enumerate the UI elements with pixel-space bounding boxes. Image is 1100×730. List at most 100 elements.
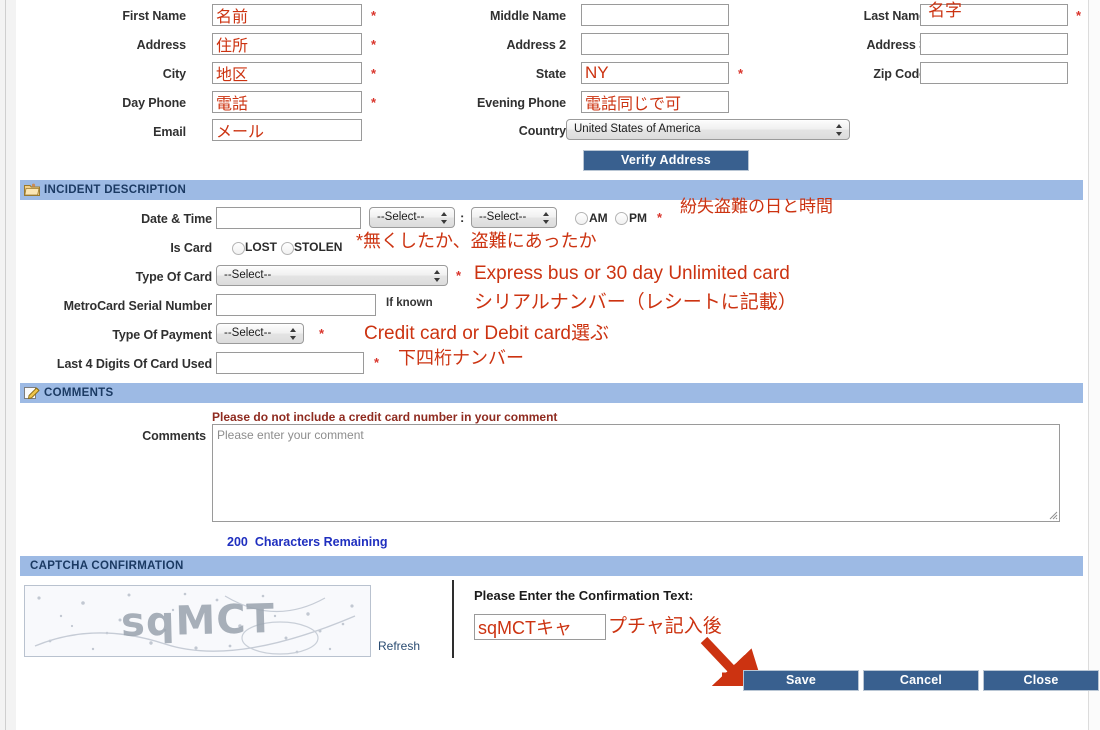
input-incident-date[interactable] <box>216 207 361 229</box>
resize-grip-icon[interactable] <box>1046 508 1058 520</box>
label-stolen: STOLEN <box>294 240 343 254</box>
label-evening-phone: Evening Phone <box>477 96 566 110</box>
note-pencil-icon <box>24 386 40 400</box>
characters-remaining-count: 200 <box>227 535 248 549</box>
captcha-refresh-link[interactable]: Refresh <box>378 639 420 653</box>
select-country-value: United States of America <box>574 123 701 135</box>
required-marker-city: * <box>371 66 377 81</box>
captcha-challenge-text: sqMCT <box>119 595 276 647</box>
comments-warning-text: Please do not include a credit card numb… <box>212 410 558 424</box>
select-incident-hour-value: --Select-- <box>377 211 425 223</box>
label-last-4-digits: Last 4 Digits Of Card Used <box>56 357 212 371</box>
comments-placeholder: Please enter your comment <box>217 428 364 442</box>
time-separator: : <box>460 210 465 225</box>
characters-remaining: 200 Characters Remaining <box>227 535 388 549</box>
input-state[interactable] <box>581 62 729 84</box>
label-lost: LOST <box>245 240 277 254</box>
label-is-card: Is Card <box>170 241 212 255</box>
annotation-last-4-digits: 下四桁ナンバー <box>398 348 524 368</box>
select-incident-minute[interactable]: --Select-- <box>471 207 557 228</box>
chevron-updown-icon <box>543 211 550 225</box>
chevron-updown-icon <box>441 211 448 225</box>
cancel-button[interactable]: Cancel <box>863 670 979 691</box>
label-zip-code: Zip Code <box>873 67 926 81</box>
required-marker-first-name: * <box>371 8 377 23</box>
window-right-gutter <box>1088 0 1100 730</box>
captcha-image: sqMCT <box>24 585 371 657</box>
chevron-updown-icon <box>290 327 297 341</box>
label-comments: Comments <box>142 429 206 443</box>
section-header-incident-description: INCIDENT DESCRIPTION <box>20 180 1083 200</box>
captcha-prompt: Please Enter the Confirmation Text: <box>474 588 694 603</box>
required-marker-state: * <box>738 66 744 81</box>
select-type-of-card-value: --Select-- <box>224 269 272 281</box>
textarea-comments[interactable]: Please enter your comment <box>212 424 1060 522</box>
verify-address-button[interactable]: Verify Address <box>583 150 749 171</box>
input-address-2[interactable] <box>581 33 729 55</box>
label-address-2: Address 2 <box>506 38 566 52</box>
label-type-of-payment: Type Of Payment <box>112 328 212 342</box>
input-captcha-confirmation[interactable] <box>474 614 606 640</box>
radio-pm[interactable] <box>615 212 628 225</box>
application-window: First Name * Middle Name Last Name 名字 * … <box>0 0 1100 730</box>
label-address-3: Address 3 <box>866 38 926 52</box>
input-first-name[interactable] <box>212 4 362 26</box>
characters-remaining-label: Characters Remaining <box>254 535 388 549</box>
required-marker-last-name: * <box>1076 8 1082 23</box>
required-marker-last-4-digits: * <box>374 355 380 370</box>
select-incident-minute-value: --Select-- <box>479 211 527 223</box>
radio-am[interactable] <box>575 212 588 225</box>
input-address-3[interactable] <box>920 33 1068 55</box>
required-marker-address: * <box>371 37 377 52</box>
input-evening-phone[interactable] <box>581 91 729 113</box>
input-middle-name[interactable] <box>581 4 729 26</box>
input-city[interactable] <box>212 62 362 84</box>
label-address: Address <box>136 38 186 52</box>
annotation-type-of-payment: Credit card or Debit card選ぶ <box>364 323 609 344</box>
radio-card-stolen[interactable] <box>281 242 294 255</box>
form-content: First Name * Middle Name Last Name 名字 * … <box>16 0 1099 730</box>
select-incident-hour[interactable]: --Select-- <box>369 207 455 228</box>
hint-if-known: If known <box>386 297 433 309</box>
label-metrocard-serial-number: MetroCard Serial Number <box>63 299 213 313</box>
section-title-incident-description: INCIDENT DESCRIPTION <box>44 184 187 196</box>
annotation-type-of-card: Express bus or 30 day Unlimited card <box>474 263 790 284</box>
chevron-updown-icon <box>434 269 441 283</box>
select-type-of-card[interactable]: --Select-- <box>216 265 448 286</box>
window-left-gutter <box>0 0 17 730</box>
select-type-of-payment-value: --Select-- <box>224 327 272 339</box>
label-email: Email <box>153 125 186 139</box>
label-first-name: First Name <box>122 9 186 23</box>
label-type-of-card: Type Of Card <box>135 270 212 284</box>
required-marker-date-time: * <box>657 210 663 225</box>
select-country[interactable]: United States of America <box>566 119 850 140</box>
captcha-divider <box>452 580 454 658</box>
close-button[interactable]: Close <box>983 670 1099 691</box>
input-last-4-digits[interactable] <box>216 352 364 374</box>
input-zip-code[interactable] <box>920 62 1068 84</box>
label-state: State <box>535 67 566 81</box>
annotation-date-time: 紛失盗難の日と時間 <box>680 197 833 216</box>
required-marker-day-phone: * <box>371 95 377 110</box>
label-middle-name: Middle Name <box>490 9 566 23</box>
annotation-serial-number: シリアルナンバー（レシートに記載） <box>474 292 797 313</box>
input-address[interactable] <box>212 33 362 55</box>
label-last-name: Last Name <box>863 9 926 23</box>
label-am: AM <box>589 211 608 225</box>
label-country: Country <box>518 124 566 138</box>
section-title-captcha: CAPTCHA CONFIRMATION <box>30 560 184 572</box>
input-metrocard-serial-number[interactable] <box>216 294 376 316</box>
label-city: City <box>162 67 186 81</box>
chevron-updown-icon <box>836 123 843 137</box>
folder-icon <box>24 183 40 196</box>
input-email[interactable] <box>212 119 362 141</box>
label-day-phone: Day Phone <box>122 96 186 110</box>
save-button[interactable]: Save <box>743 670 859 691</box>
annotation-captcha: プチャ記入後 <box>608 616 722 637</box>
select-type-of-payment[interactable]: --Select-- <box>216 323 304 344</box>
input-day-phone[interactable] <box>212 91 362 113</box>
section-header-captcha: CAPTCHA CONFIRMATION <box>20 556 1083 576</box>
radio-card-lost[interactable] <box>232 242 245 255</box>
scroll-track-line <box>5 0 6 730</box>
annotation-last-name: 名字 <box>928 1 962 20</box>
